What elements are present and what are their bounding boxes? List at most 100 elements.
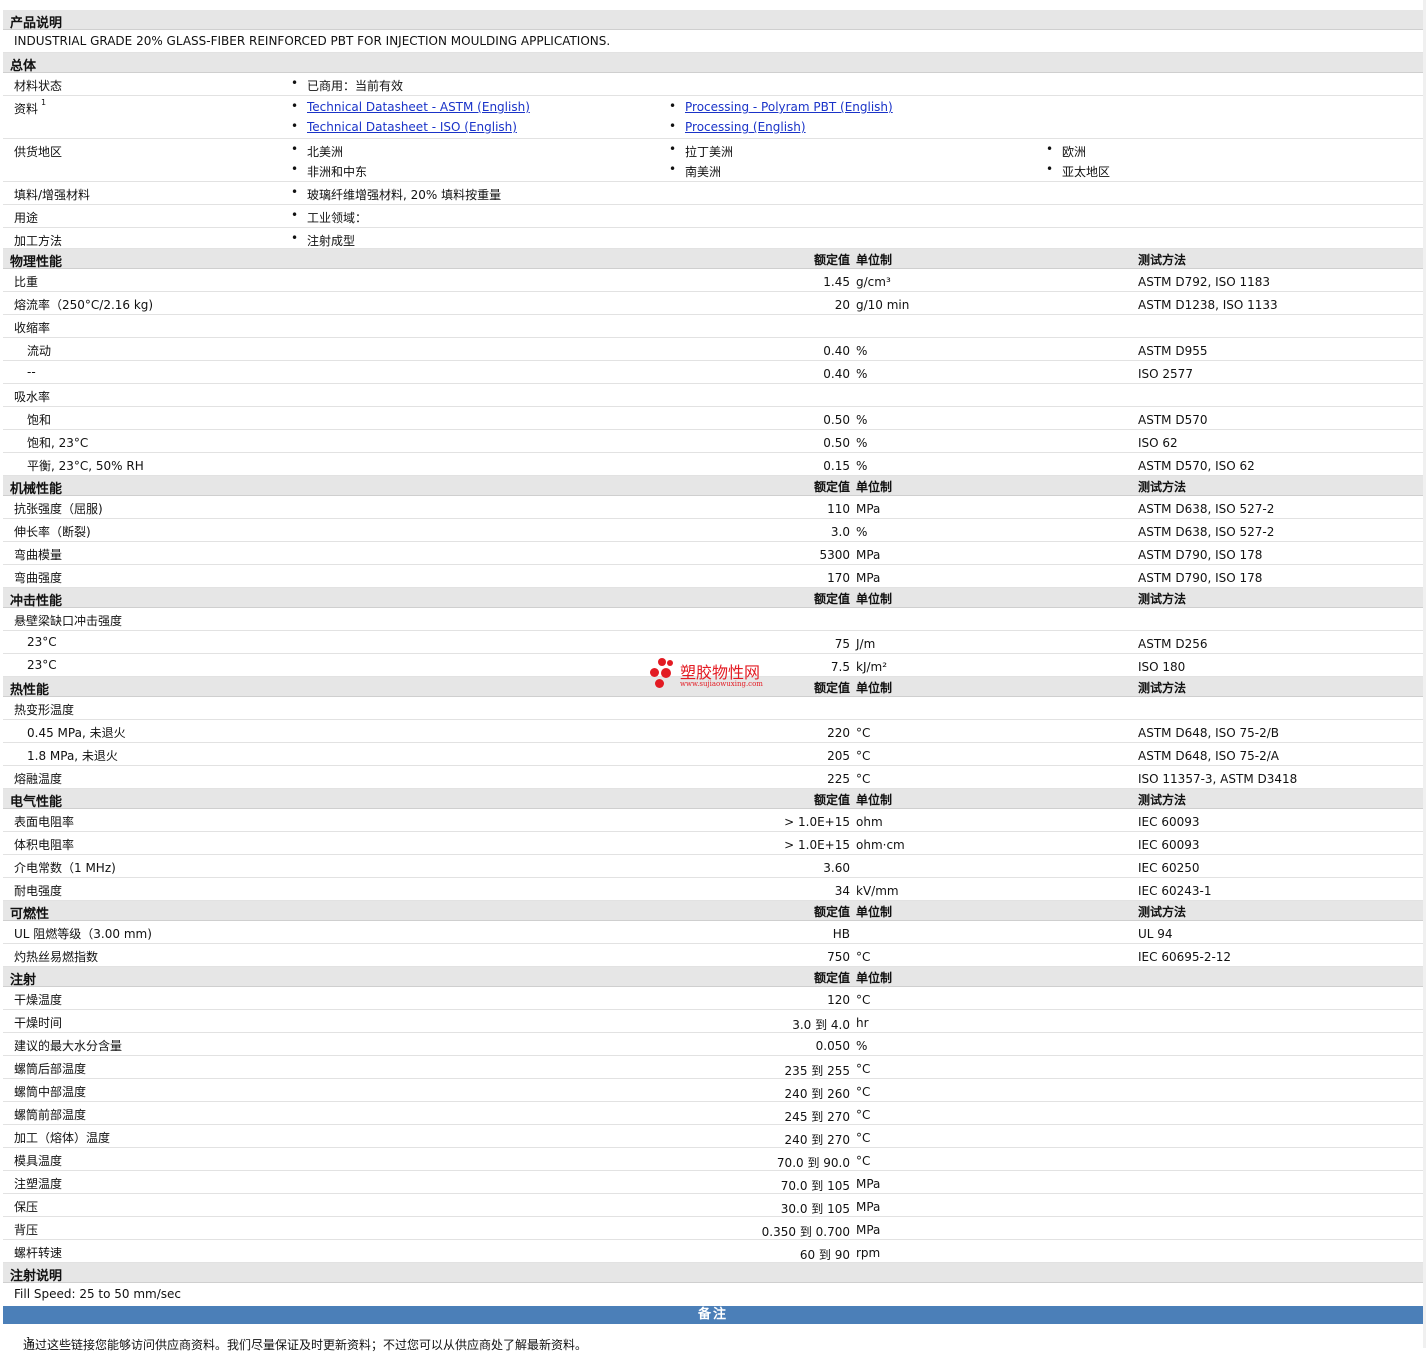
property-test-method: ASTM D638, ISO 527-2 [1138,502,1275,516]
injection-notes-row: Fill Speed: 25 to 50 mm/sec [3,1283,1423,1306]
general-process-row: 加工方法 注射成型 [3,228,1423,249]
property-label: 弯曲强度 [14,571,63,585]
table-row: 螺筒前部温度 245 到 270 °C [3,1102,1423,1125]
notes-bar: 备注 [3,1306,1423,1324]
property-test-method: ASTM D1238, ISO 1133 [1138,298,1278,312]
property-unit: °C [856,726,871,740]
property-unit: % [856,459,868,473]
property-test-method: ASTM D792, ISO 1183 [1138,275,1271,289]
property-label: 吸水率 [14,390,51,404]
property-label: 悬壁梁缺口冲击强度 [14,614,123,628]
property-label: 收缩率 [14,321,51,335]
property-value: 70.0 到 90.0 [776,1156,850,1170]
property-test-method: ISO 180 [1138,660,1186,674]
header-test-method: 测试方法 [1138,253,1187,267]
property-test-method: ASTM D790, ISO 178 [1138,548,1263,562]
table-row: 熔流率（250°C/2.16 kg) 20 g/10 min ASTM D1238, … [3,292,1423,315]
general-use-row: 用途 工业领域： [3,205,1423,228]
property-label: 1.8 MPa, 未退火 [27,749,118,763]
property-value: 220 [827,726,850,740]
property-value: 120 [827,993,850,1007]
product-description-row: INDUSTRIAL GRADE 20% GLASS-FIBER REINFOR… [3,30,1423,53]
region-item: 拉丁美洲 [669,142,733,160]
property-label: 饱和, 23°C [27,436,89,450]
property-value: 235 到 255 [784,1064,850,1078]
property-test-method: IEC 60093 [1138,838,1200,852]
header-unit: 单位制 [856,592,893,606]
header-unit: 单位制 [856,253,893,267]
table-row: 表面电阻率 > 1.0E+15 ohm IEC 60093 [3,809,1423,832]
property-test-method: IEC 60695-2-12 [1138,950,1232,964]
header-unit: 单位制 [856,681,893,695]
header-nominal: 额定值 [813,681,850,695]
property-label: -- [27,365,36,379]
property-test-method: ASTM D790, ISO 178 [1138,571,1263,585]
header-nominal: 额定值 [813,793,850,807]
property-test-method: ASTM D648, ISO 75-2/B [1138,726,1280,740]
property-label: 螺筒前部温度 [14,1108,87,1122]
property-label: UL 阻燃等级（3.00 mm) [14,927,152,941]
header-unit: 单位制 [856,793,893,807]
table-row: 饱和, 23°C 0.50% ISO 62 [3,430,1423,453]
property-unit: MPa [856,1177,881,1191]
property-value: 0.15 [823,459,850,473]
section-header-electrical: 电气性能 额定值 单位制 测试方法 [3,789,1423,810]
table-row: 背压 0.350 到 0.700 MPa [3,1217,1423,1240]
doc-link-item: Technical Datasheet - ISO (English) [291,119,517,134]
section-header-product: 产品说明 [3,10,1423,31]
process-value: 注射成型 [291,231,355,249]
table-row: UL 阻燃等级（3.00 mm) HB UL 94 [3,921,1423,944]
property-unit: % [856,344,868,358]
header-unit: 单位制 [856,971,893,985]
property-unit: g/cm³ [856,275,891,289]
table-row: 平衡, 23°C, 50% RH 0.15% ASTM D570, ISO 62 [3,453,1423,476]
region-item: 亚太地区 [1046,162,1110,180]
property-value: 0.40 [823,367,850,381]
section-header-mechanical: 机械性能 额定值 单位制 测试方法 [3,476,1423,497]
property-label: 熔流率（250°C/2.16 kg) [14,298,154,312]
property-label: 加工（熔体）温度 [14,1131,111,1145]
property-unit: °C [856,950,871,964]
property-label: 螺筒后部温度 [14,1062,87,1076]
property-test-method: ASTM D955 [1138,344,1208,358]
property-value: 5300 [819,548,850,562]
table-row: 干燥时间 3.0 到 4.0 hr [3,1010,1423,1033]
region-label: 供货地区 [14,145,63,159]
property-value: > 1.0E+15 [784,815,850,829]
table-row: 加工（熔体）温度 240 到 270 °C [3,1125,1423,1148]
table-row: 螺杆转速 60 到 90 rpm [3,1240,1423,1263]
property-value: 30.0 到 105 [780,1202,850,1216]
property-unit: ohm·cm [856,838,905,852]
property-value: 60 到 90 [799,1248,850,1262]
property-unit: MPa [856,1223,881,1237]
property-value: 3.0 到 4.0 [792,1018,850,1032]
table-row: 抗张强度（屈服) 110 MPa ASTM D638, ISO 527-2 [3,496,1423,519]
table-row: 保压 30.0 到 105 MPa [3,1194,1423,1217]
process-label: 加工方法 [14,234,63,248]
property-value: 205 [827,749,850,763]
section-header-impact: 冲击性能 额定值 单位制 测试方法 [3,588,1423,609]
section-header-general: 总体 [3,53,1423,74]
property-label: 饱和 [27,413,52,427]
use-label: 用途 [14,211,39,225]
doc-link-item: Processing - Polyram PBT (English) [669,99,893,114]
product-description: INDUSTRIAL GRADE 20% GLASS-FIBER REINFOR… [14,34,611,48]
property-value: 0.050 [815,1039,850,1053]
property-value: 20 [834,298,850,312]
doc-link-tds-iso[interactable]: Technical Datasheet - ISO (English) [307,120,517,134]
doc-link-tds-astm[interactable]: Technical Datasheet - ASTM (English) [307,100,530,114]
property-unit: °C [856,993,871,1007]
table-row: 介电常数（1 MHz) 3.60 IEC 60250 [3,855,1423,878]
table-row: 灼热丝易燃指数 750 °C IEC 60695-2-12 [3,944,1423,967]
property-label: 干燥时间 [14,1016,63,1030]
doc-link-processing[interactable]: Processing (English) [685,120,806,134]
region-item: 北美洲 [291,142,343,160]
property-unit: J/m [856,637,876,651]
property-label: 体积电阻率 [14,838,75,852]
header-test-method: 测试方法 [1138,905,1187,919]
property-label: 干燥温度 [14,993,63,1007]
region-item: 非洲和中东 [291,162,367,180]
table-row: 干燥温度 120 °C [3,987,1423,1010]
doc-link-processing-polyram[interactable]: Processing - Polyram PBT (English) [685,100,893,114]
property-unit: MPa [856,502,881,516]
